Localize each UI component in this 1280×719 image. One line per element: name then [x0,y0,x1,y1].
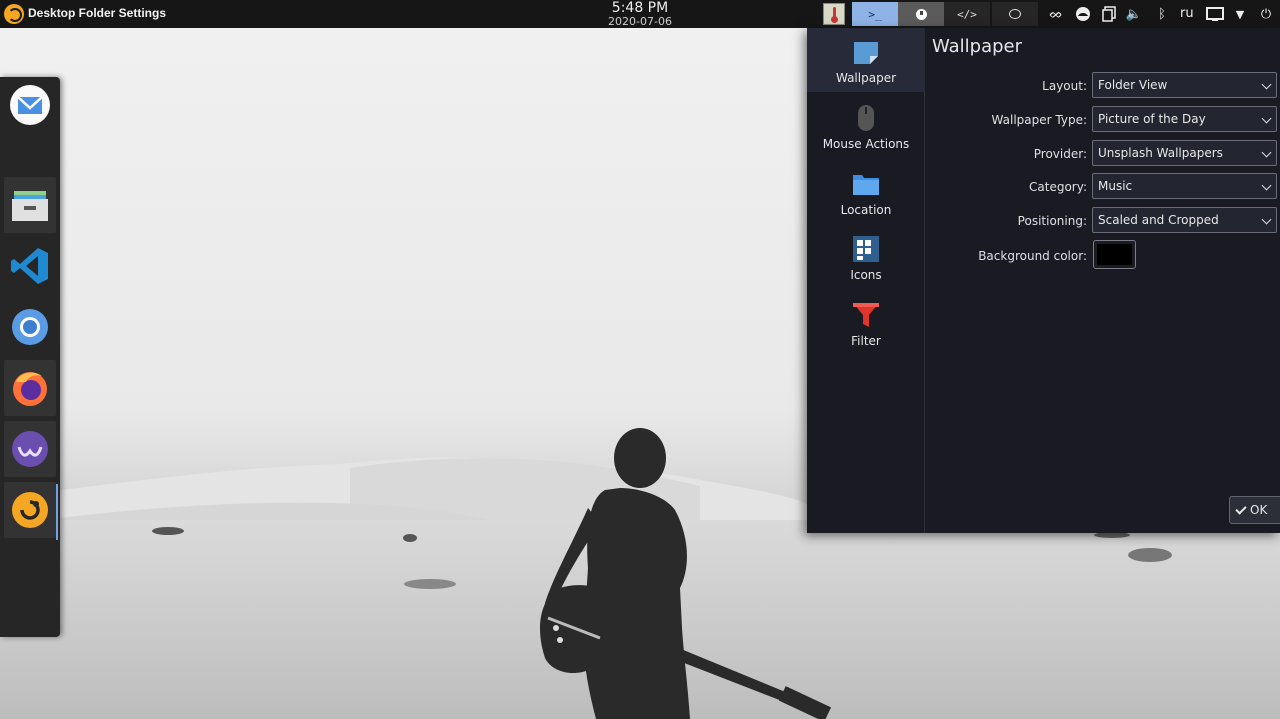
page-title: Wallpaper [932,36,1023,57]
dock-file-manager[interactable] [4,177,56,233]
mail-icon [10,85,50,125]
provider-value: Unsplash Wallpapers [1098,146,1223,160]
dock-app-logo[interactable] [4,482,58,540]
layout-value: Folder View [1098,78,1168,92]
keyboard-layout[interactable]: ru [1180,6,1194,21]
category-location[interactable]: Location [807,160,925,224]
clock-date: 2020-07-06 [608,15,672,28]
task-record[interactable] [898,2,944,26]
background-color-label: Background color: [978,249,1087,263]
task-terminal[interactable]: >_ [852,2,898,26]
category-field-label: Category: [1029,180,1087,194]
wallpaper-type-combobox[interactable]: Picture of the Day [1092,106,1277,132]
category-label: Location [840,203,892,217]
vscode-icon [11,248,48,284]
code-icon: </> [957,7,977,21]
icons-grid-icon [853,236,879,262]
task-code[interactable]: </> [944,2,990,26]
app-logo-icon[interactable] [4,4,24,24]
nextcloud-icon [12,431,48,467]
app-logo-icon [12,492,48,528]
volume-icon[interactable]: 🔈 [1124,4,1144,24]
power-icon[interactable]: ⏻ [1256,4,1276,24]
task-chat[interactable] [992,2,1038,26]
chevron-down-icon [1261,147,1272,158]
chevron-down-icon [1261,79,1272,90]
clock-time: 5:48 PM [611,0,669,16]
layout-label: Layout: [1042,79,1087,93]
category-wallpaper[interactable]: Wallpaper [807,28,925,92]
active-indicator [56,484,58,540]
check-icon [1235,503,1247,515]
display-icon[interactable] [1205,4,1225,24]
wallpaper-icon [854,42,878,64]
wallpaper-type-value: Picture of the Day [1098,112,1206,126]
terminal-icon: >_ [868,7,882,21]
layout-combobox[interactable]: Folder View [1092,72,1277,98]
settings-window: Wallpaper Mouse Actions Location Icons F… [807,28,1280,533]
dock-mail[interactable] [4,77,56,133]
category-label: Wallpaper [835,71,897,85]
thermometer-icon[interactable] [823,3,845,25]
filter-icon [853,303,879,327]
window-title: Desktop Folder Settings [28,6,167,20]
menu-arrow-icon[interactable]: ▼ [1230,4,1250,24]
dock-vscode[interactable] [4,238,56,294]
clipboard-icon[interactable] [1099,4,1119,24]
ok-button[interactable]: OK [1229,496,1280,524]
category-mouse-actions[interactable]: Mouse Actions [807,94,925,158]
folder-icon [853,175,879,195]
category-filter[interactable]: Filter [807,291,925,355]
provider-label: Provider: [1033,147,1087,161]
dock [0,77,60,637]
category-sidebar: Wallpaper Mouse Actions Location Icons F… [807,28,925,533]
flame-icon[interactable]: ᨖ [1046,4,1066,24]
chevron-down-icon [1261,180,1272,191]
dock-firefox[interactable] [4,360,56,416]
category-combobox[interactable]: Music [1092,173,1277,199]
top-panel: Desktop Folder Settings 5:48 PM 2020-07-… [0,0,1280,28]
record-icon [915,8,927,20]
bluetooth-icon[interactable]: ᛒ [1152,4,1172,24]
category-icons[interactable]: Icons [807,225,925,289]
chevron-down-icon [1261,113,1272,124]
provider-combobox[interactable]: Unsplash Wallpapers [1092,140,1277,166]
chevron-down-icon [1261,214,1272,225]
positioning-value: Scaled and Cropped [1098,213,1219,227]
category-label: Mouse Actions [822,137,910,151]
chat-icon [1009,9,1021,19]
background-color-button[interactable] [1093,240,1136,269]
dock-chromium[interactable] [4,299,56,355]
cloud-icon[interactable] [1073,4,1093,24]
positioning-label: Positioning: [1017,214,1087,228]
firefox-icon [13,372,47,406]
category-label: Filter [851,334,881,348]
positioning-combobox[interactable]: Scaled and Cropped [1092,207,1277,233]
category-value: Music [1098,179,1133,193]
clock[interactable]: 5:48 PM 2020-07-06 [580,0,700,27]
background-color-preview [1097,244,1132,265]
file-manager-icon [12,191,48,221]
chromium-icon [12,309,48,345]
category-label: Icons [850,268,882,282]
wallpaper-type-label: Wallpaper Type: [991,113,1087,127]
dock-nextcloud[interactable] [4,421,56,477]
mouse-icon [858,105,874,131]
ok-label: OK [1250,503,1268,517]
